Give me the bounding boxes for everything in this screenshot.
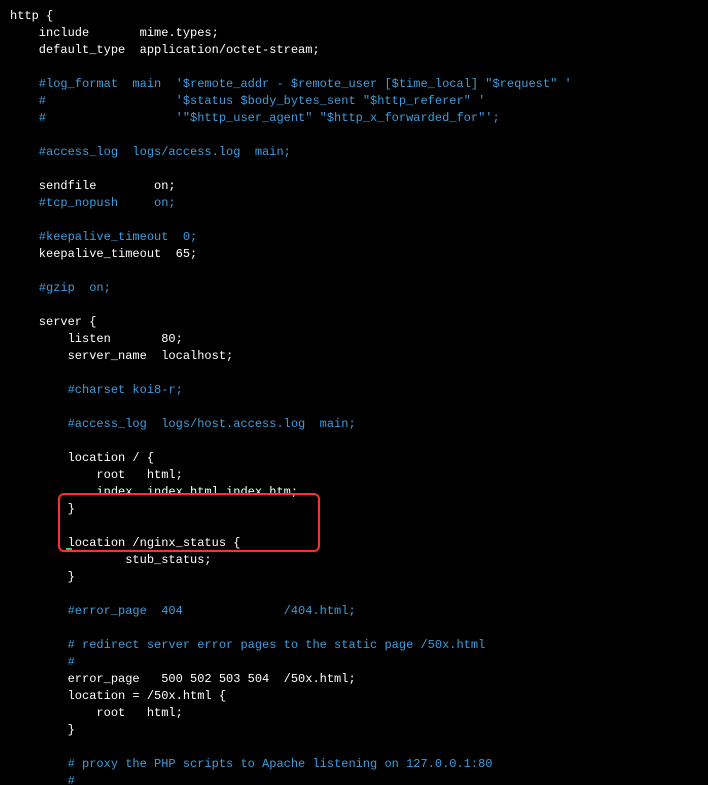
code-line <box>10 127 698 144</box>
code-line: #log_format main '$remote_addr - $remote… <box>10 76 698 93</box>
code-line: # <box>10 654 698 671</box>
code-line: stub_status; <box>10 552 698 569</box>
code-line <box>10 586 698 603</box>
config-code-block: http { include mime.types; default_type … <box>10 8 698 785</box>
code-line: #access_log logs/host.access.log main; <box>10 416 698 433</box>
terminal-window: http { include mime.types; default_type … <box>0 0 708 785</box>
code-line: location / { <box>10 450 698 467</box>
code-line: # redirect server error pages to the sta… <box>10 637 698 654</box>
code-line <box>10 399 698 416</box>
code-line: default_type application/octet-stream; <box>10 42 698 59</box>
code-line <box>10 433 698 450</box>
code-line: http { <box>10 8 698 25</box>
code-line: error_page 500 502 503 504 /50x.html; <box>10 671 698 688</box>
code-line: # '"$http_user_agent" "$http_x_forwarded… <box>10 110 698 127</box>
code-line: } <box>10 722 698 739</box>
code-line: location = /50x.html { <box>10 688 698 705</box>
code-line: #tcp_nopush on; <box>10 195 698 212</box>
code-line: listen 80; <box>10 331 698 348</box>
code-line: server_name localhost; <box>10 348 698 365</box>
code-line: root html; <box>10 705 698 722</box>
code-line <box>10 212 698 229</box>
code-line: index index.html index.htm; <box>10 484 698 501</box>
code-line: # proxy the PHP scripts to Apache listen… <box>10 756 698 773</box>
code-line: #charset koi8-r; <box>10 382 698 399</box>
code-line <box>10 365 698 382</box>
code-line: include mime.types; <box>10 25 698 42</box>
code-line: root html; <box>10 467 698 484</box>
code-line: #access_log logs/access.log main; <box>10 144 698 161</box>
cursor-indicator <box>66 548 72 550</box>
code-line <box>10 297 698 314</box>
code-line <box>10 59 698 76</box>
code-line: #error_page 404 /404.html; <box>10 603 698 620</box>
code-line: sendfile on; <box>10 178 698 195</box>
code-line: #keepalive_timeout 0; <box>10 229 698 246</box>
code-line <box>10 518 698 535</box>
code-line: server { <box>10 314 698 331</box>
code-line: #gzip on; <box>10 280 698 297</box>
code-line: } <box>10 501 698 518</box>
code-line: } <box>10 569 698 586</box>
code-line: location /nginx_status { <box>10 535 698 552</box>
code-line <box>10 620 698 637</box>
code-line <box>10 263 698 280</box>
code-line <box>10 161 698 178</box>
code-line: # <box>10 773 698 785</box>
code-line: keepalive_timeout 65; <box>10 246 698 263</box>
code-line <box>10 739 698 756</box>
code-line: # '$status $body_bytes_sent "$http_refer… <box>10 93 698 110</box>
